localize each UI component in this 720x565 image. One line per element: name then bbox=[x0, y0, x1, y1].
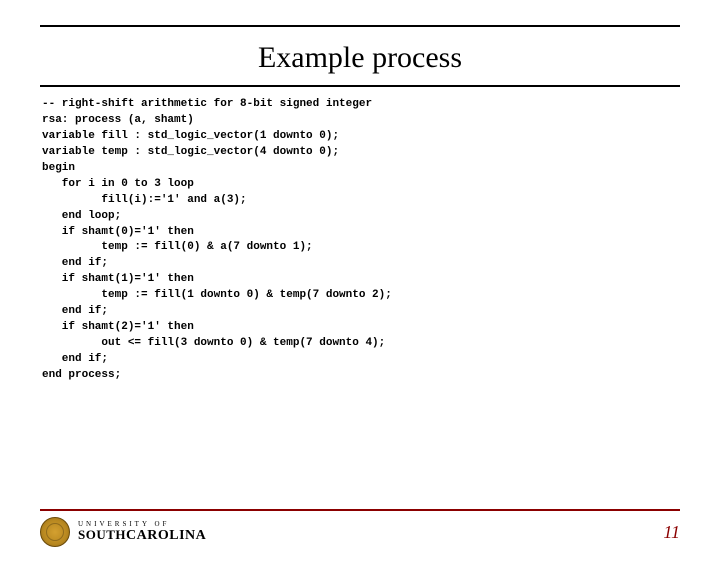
footer: UNIVERSITY OF SOUTH CAROLINA 11 bbox=[40, 509, 680, 547]
slide-container: Example process -- right-shift arithmeti… bbox=[0, 25, 720, 565]
logo-south-text: SOUTH bbox=[78, 528, 126, 541]
logo-bottom-text: SOUTH CAROLINA bbox=[78, 528, 206, 543]
logo-carolina-text: CAROLINA bbox=[126, 529, 206, 543]
university-logo: UNIVERSITY OF SOUTH CAROLINA bbox=[40, 517, 206, 547]
page-number: 11 bbox=[663, 522, 680, 543]
slide-title: Example process bbox=[40, 41, 680, 75]
bottom-divider bbox=[40, 509, 680, 511]
footer-row: UNIVERSITY OF SOUTH CAROLINA 11 bbox=[40, 517, 680, 547]
logo-seal-icon bbox=[40, 517, 70, 547]
title-block: Example process bbox=[40, 27, 680, 85]
code-block: -- right-shift arithmetic for 8-bit sign… bbox=[40, 87, 680, 384]
